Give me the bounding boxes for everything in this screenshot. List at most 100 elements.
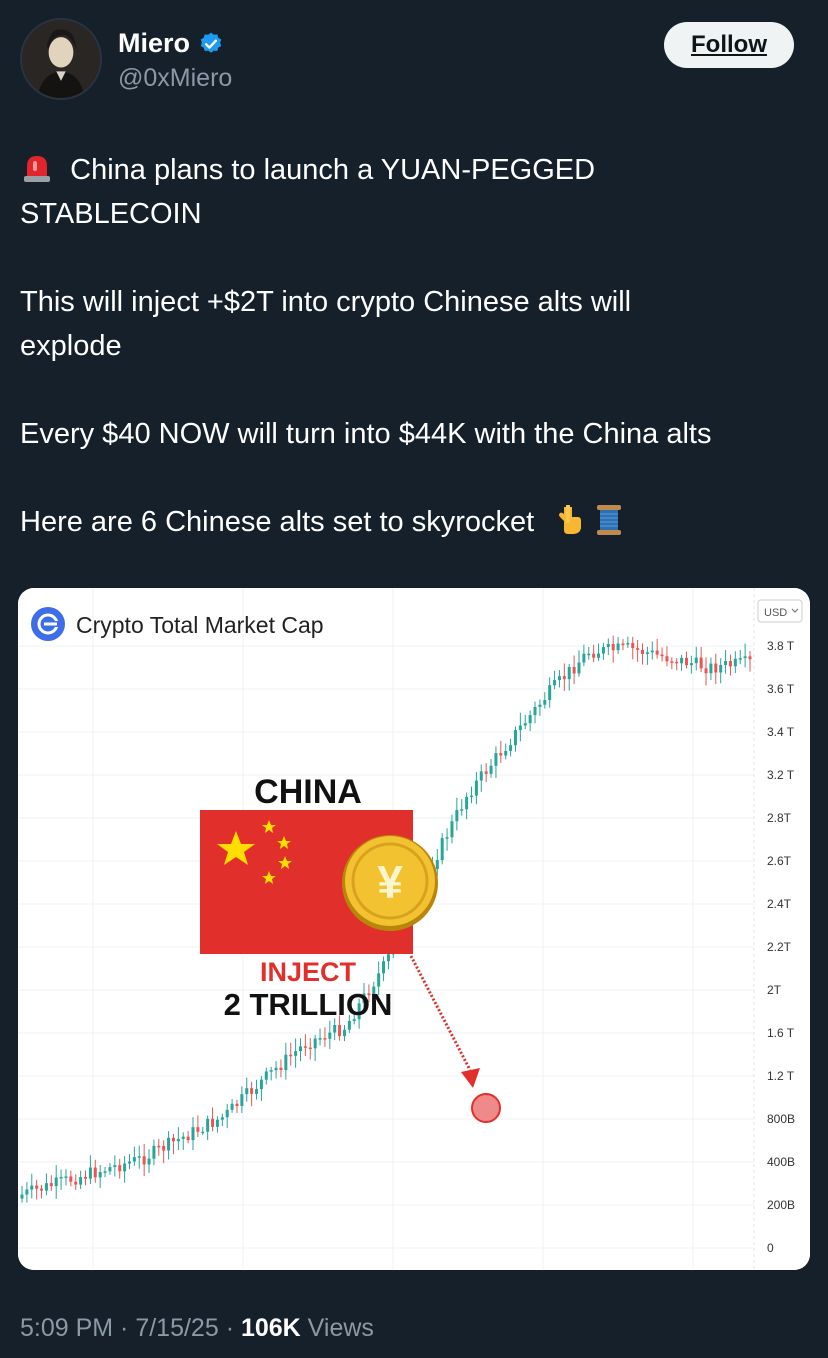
candle-body [582, 653, 586, 663]
y-tick-label: 1.2 T [767, 1069, 795, 1083]
candle-body [709, 663, 713, 674]
y-tick-label: 2.8T [767, 811, 792, 825]
candle-body [230, 1103, 234, 1110]
candle-body [504, 750, 508, 756]
candle-body [460, 809, 464, 811]
coin-symbol: ¥ [377, 856, 403, 908]
market-cap-chart: 3.8 T 3.6 T 3.4 T 3.2 T 2.8T 2.6T 2.4T 2.2T 2T 1.… [18, 588, 810, 1270]
tweet-line-1: China plans to launch a YUAN-PEGGED [70, 154, 596, 186]
candle-body [137, 1156, 141, 1158]
y-tick-label: 1.6 T [767, 1026, 795, 1040]
chart-title: Crypto Total Market Cap [76, 612, 324, 638]
candle-body [660, 654, 664, 657]
candle-body [93, 1167, 97, 1178]
candle-body [567, 667, 571, 680]
candle-body [572, 667, 576, 674]
candle-body [318, 1038, 322, 1040]
candle-body [88, 1167, 92, 1179]
y-tick-label: 2T [767, 983, 782, 997]
yuan-coin-icon: ¥ [342, 835, 438, 931]
candle-body [577, 662, 581, 674]
candle-body [328, 1032, 332, 1039]
candle-body [543, 700, 547, 705]
candle-body [714, 663, 718, 673]
candle-body [25, 1189, 29, 1195]
candle-body [127, 1161, 131, 1164]
chart-logo-icon [31, 607, 65, 641]
candle-body [176, 1138, 180, 1142]
inject-marker [471, 1093, 501, 1123]
candle-body [509, 745, 513, 751]
y-tick-label: 3.8 T [767, 639, 795, 653]
candle-body [74, 1181, 78, 1185]
inject-label: INJECT [260, 957, 357, 987]
candle-body [54, 1177, 58, 1187]
candle-body [289, 1054, 293, 1057]
candle-body [98, 1172, 102, 1178]
candle-body [694, 657, 698, 664]
candle-body [147, 1158, 151, 1165]
candle-body [553, 680, 557, 686]
candle-body [103, 1171, 107, 1173]
candle-body [113, 1165, 117, 1168]
amount-label: 2 TRILLION [224, 987, 393, 1022]
candle-body [59, 1176, 63, 1179]
tweet-date[interactable]: 7/15/25 [135, 1314, 218, 1342]
candle-body [655, 650, 659, 655]
candle-body [157, 1145, 161, 1148]
candle-body [597, 653, 601, 658]
y-tick-label: 3.6 T [767, 682, 795, 696]
candle-body [132, 1157, 136, 1162]
candle-body [728, 660, 732, 667]
candle-body [108, 1167, 112, 1172]
candle-body [377, 973, 381, 987]
candle-body [738, 658, 742, 660]
candle-body [152, 1145, 156, 1159]
candle-body [162, 1145, 166, 1151]
separator-dot: · [218, 1314, 241, 1342]
candle-body [245, 1088, 249, 1095]
candle-body [587, 653, 591, 656]
candle-body [220, 1117, 224, 1120]
follow-button[interactable]: Follow [664, 22, 794, 68]
candle-body [274, 1067, 278, 1071]
candle-body [445, 837, 449, 839]
candle-body [494, 753, 498, 766]
candle-body [465, 796, 469, 810]
candle-body [479, 771, 483, 781]
author-handle[interactable]: @0xMiero [118, 64, 232, 93]
candle-body [264, 1071, 268, 1080]
candle-body [523, 723, 527, 726]
candle-body [684, 657, 688, 666]
candle-body [538, 704, 542, 707]
tweet-footer: 5:09 PM · 7/15/25 · 106K Views [20, 1314, 374, 1343]
candle-body [235, 1103, 239, 1106]
candle-body [259, 1079, 263, 1090]
candle-body [665, 656, 669, 662]
candle-body [69, 1176, 73, 1182]
tweet-body: China plans to launch a YUAN-PEGGED STAB… [20, 148, 810, 544]
candle-body [626, 643, 630, 645]
candle-body [680, 657, 684, 664]
views-count[interactable]: 106K [241, 1314, 301, 1342]
candle-body [20, 1194, 24, 1199]
candle-body [284, 1054, 288, 1071]
candle-body [499, 753, 503, 756]
candle-body [606, 643, 610, 648]
candle-body [181, 1136, 185, 1139]
tweet-time[interactable]: 5:09 PM [20, 1314, 113, 1342]
candle-body [631, 643, 635, 649]
y-tick-label: 2.6T [767, 854, 792, 868]
candle-body [689, 663, 693, 666]
candle-body [255, 1089, 259, 1094]
candle-body [562, 676, 566, 680]
candle-body [601, 647, 605, 654]
display-name[interactable]: Miero [118, 28, 190, 59]
verified-badge-icon [200, 32, 222, 53]
pointing-down-icon [559, 505, 582, 534]
avatar[interactable] [20, 18, 102, 100]
candle-body [699, 657, 703, 669]
author-name-row: Miero [118, 28, 224, 59]
candle-body [35, 1185, 39, 1189]
tweet-media-image[interactable]: 3.8 T 3.6 T 3.4 T 3.2 T 2.8T 2.6T 2.4T 2.2T 2T 1.… [18, 588, 810, 1270]
